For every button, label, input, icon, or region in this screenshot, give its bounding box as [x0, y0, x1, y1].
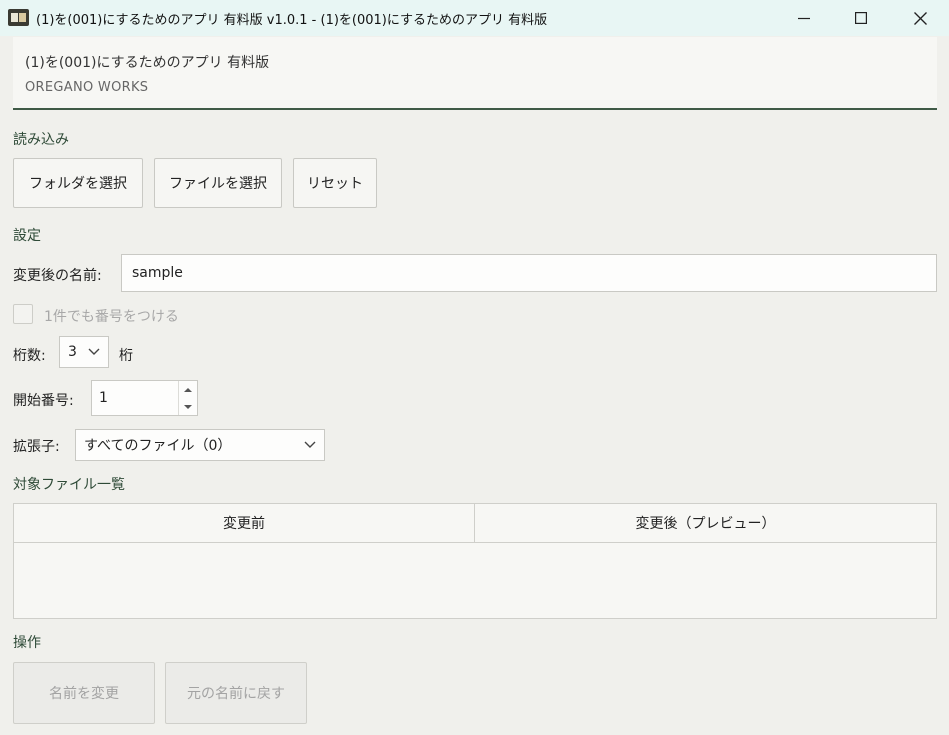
digits-unit: 桁 — [119, 348, 133, 364]
section-settings: 設定 — [13, 228, 41, 244]
table-header: 変更前 変更後（プレビュー） — [14, 504, 936, 543]
spin-up-button[interactable] — [179, 381, 197, 398]
extension-label: 拡張子: — [13, 439, 60, 455]
caret-up-icon — [184, 387, 192, 392]
digits-label: 桁数: — [13, 348, 46, 364]
maximize-button[interactable] — [832, 0, 890, 36]
section-load: 読み込み — [13, 132, 69, 148]
close-button[interactable] — [891, 0, 949, 36]
number-single-checkbox[interactable] — [13, 304, 33, 324]
close-icon — [913, 11, 927, 25]
chevron-down-icon — [88, 348, 100, 355]
maximize-icon — [855, 12, 867, 24]
file-table: 変更前 変更後（プレビュー） — [13, 503, 937, 619]
restore-button[interactable]: 元の名前に戻す — [165, 662, 307, 724]
new-name-input[interactable]: sample — [121, 254, 937, 292]
select-folder-button[interactable]: フォルダを選択 — [13, 158, 143, 208]
section-actions: 操作 — [13, 635, 41, 651]
minimize-icon — [798, 17, 810, 20]
window-title: (1)を(001)にするためのアプリ 有料版 v1.0.1 - (1)を(001… — [36, 13, 548, 28]
app-icon — [8, 9, 29, 26]
extension-value: すべてのファイル（0） — [84, 438, 232, 454]
app-header: (1)を(001)にするためのアプリ 有料版 OREGANO WORKS — [13, 37, 937, 110]
start-number-spinner[interactable]: 1 — [91, 380, 198, 416]
title-bar: (1)を(001)にするためのアプリ 有料版 v1.0.1 - (1)を(001… — [0, 0, 949, 36]
column-header-before[interactable]: 変更前 — [14, 504, 475, 542]
caret-down-icon — [184, 404, 192, 409]
column-header-after[interactable]: 変更後（プレビュー） — [475, 504, 936, 542]
minimize-button[interactable] — [775, 0, 833, 36]
app-name: (1)を(001)にするためのアプリ 有料版 — [25, 55, 270, 71]
publisher-name: OREGANO WORKS — [25, 80, 149, 95]
spinner-arrows — [178, 381, 197, 415]
new-name-label: 変更後の名前: — [13, 268, 102, 284]
select-file-button[interactable]: ファイルを選択 — [154, 158, 282, 208]
spin-down-button[interactable] — [179, 398, 197, 415]
rename-button[interactable]: 名前を変更 — [13, 662, 155, 724]
extension-select[interactable]: すべてのファイル（0） — [75, 429, 325, 461]
number-single-label: 1件でも番号をつける — [44, 309, 179, 325]
section-files: 対象ファイル一覧 — [13, 477, 125, 493]
reset-button[interactable]: リセット — [293, 158, 377, 208]
chevron-down-icon — [304, 441, 316, 448]
digits-value: 3 — [68, 344, 77, 360]
start-number-label: 開始番号: — [13, 393, 74, 409]
digits-select[interactable]: 3 — [59, 336, 109, 368]
start-number-value: 1 — [99, 390, 108, 406]
